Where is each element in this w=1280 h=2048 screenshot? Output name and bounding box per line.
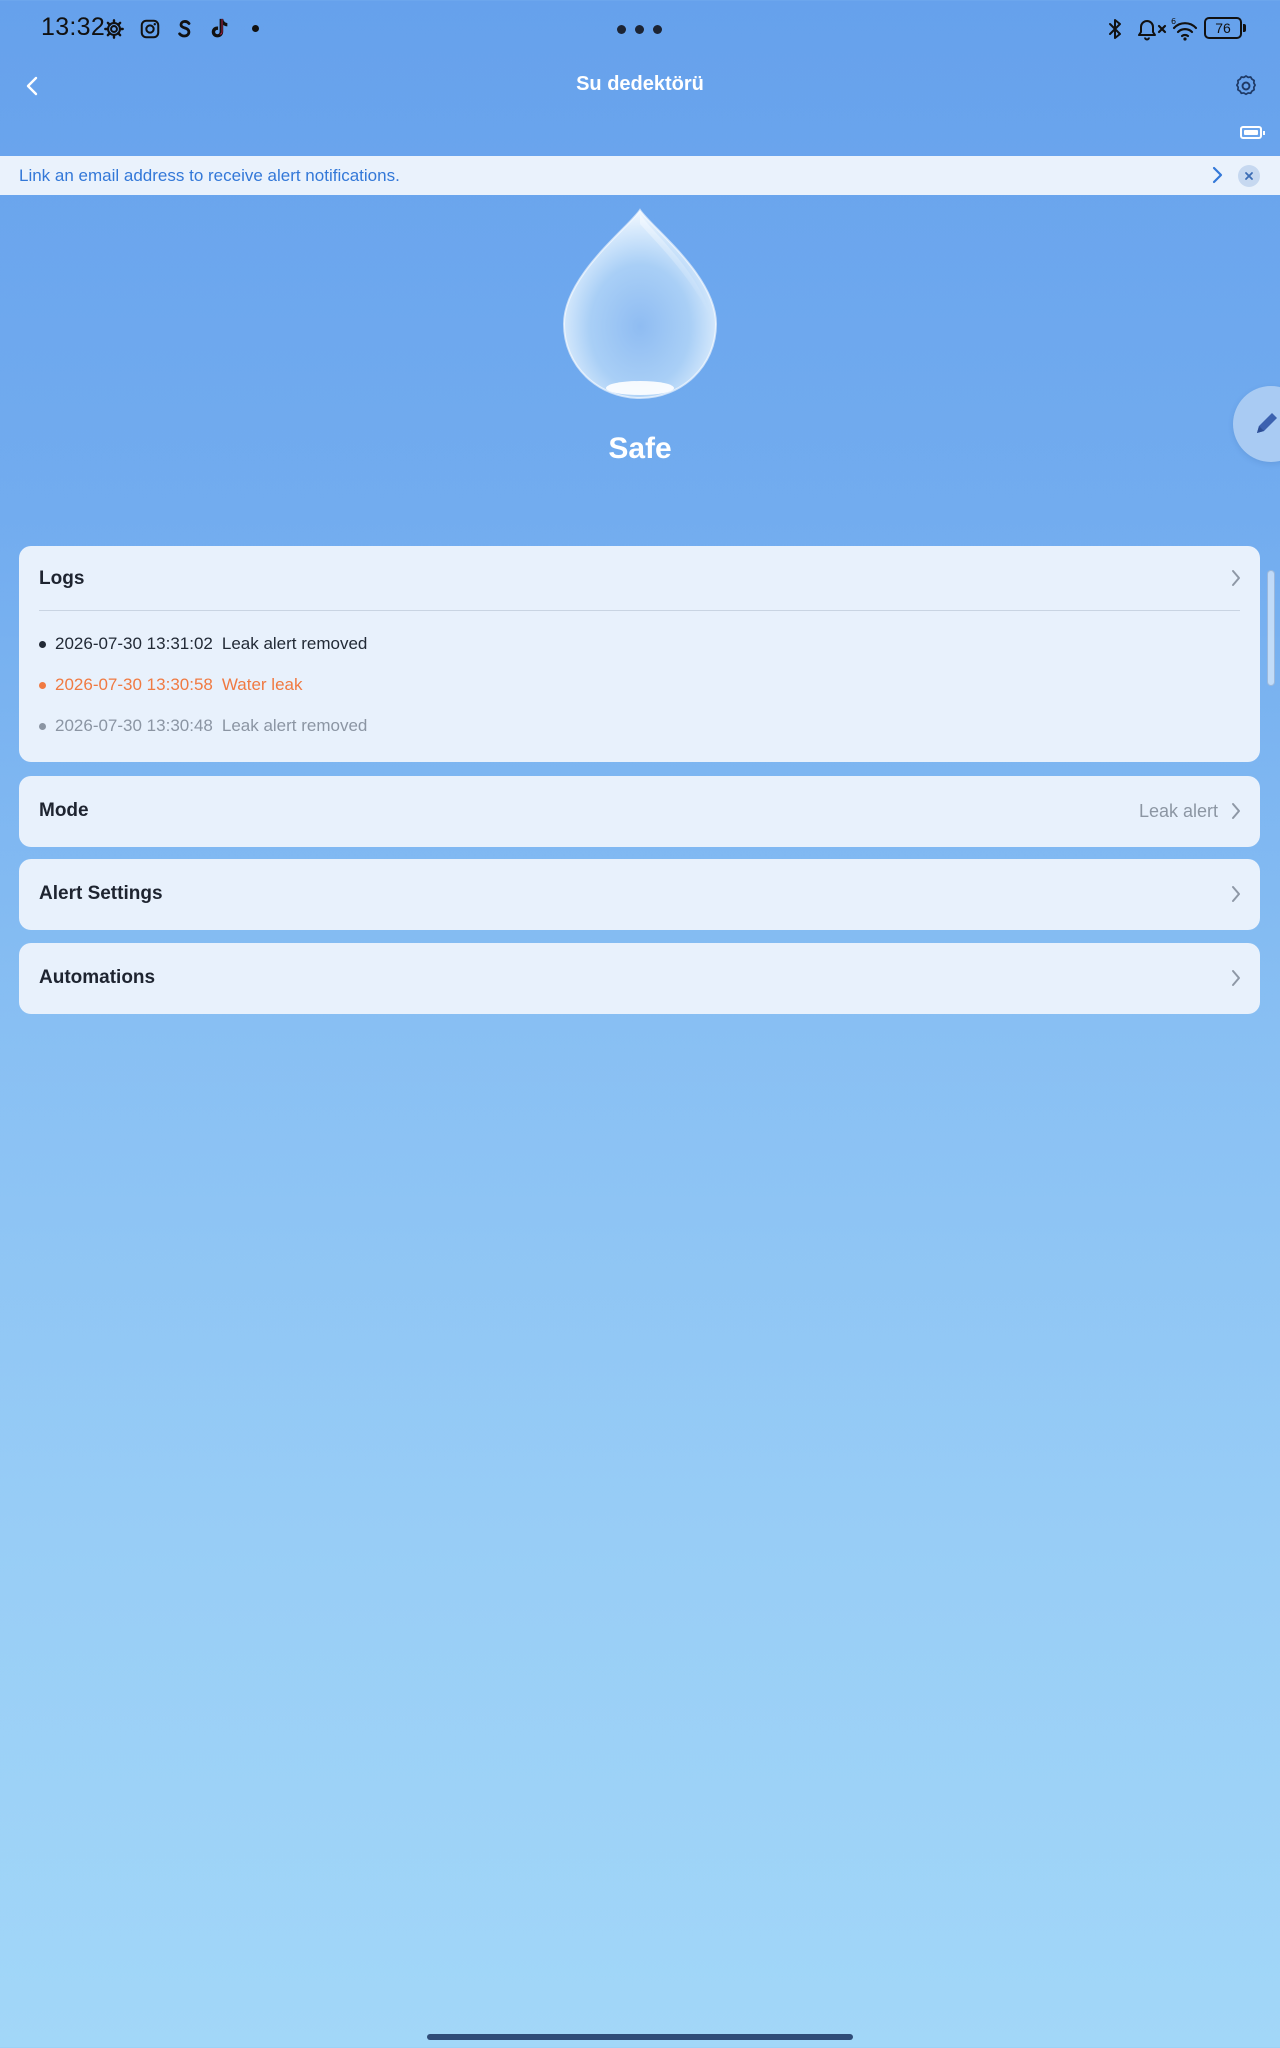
- log-dot: [39, 640, 46, 648]
- logs-title: Logs: [39, 568, 85, 589]
- alert-settings-label: Alert Settings: [39, 883, 163, 904]
- log-message: Leak alert removed: [221, 634, 368, 653]
- settings-button[interactable]: [1228, 68, 1264, 104]
- scrollbar[interactable]: [1267, 570, 1275, 686]
- log-time: 2026-07-30 13:30:58: [55, 675, 213, 694]
- mode-row[interactable]: Mode Leak alert: [19, 776, 1260, 847]
- log-time: 2026-07-30 13:30:48: [55, 716, 213, 735]
- chevron-right-icon: [1227, 885, 1245, 903]
- chevron-right-icon: [1227, 969, 1245, 987]
- notification-more-dot: [252, 25, 259, 32]
- battery-indicator: 76: [1204, 17, 1246, 39]
- home-indicator[interactable]: [427, 2034, 853, 2040]
- log-dot: [39, 681, 46, 689]
- pencil-icon: [1257, 413, 1277, 433]
- mode-value: Leak alert: [1138, 801, 1218, 821]
- app-header: Su dedektörü: [0, 58, 1280, 114]
- device-battery-icon: [1240, 126, 1265, 139]
- logs-card: Logs 2026-07-30 13:31:02 Leak alert remo…: [19, 546, 1260, 762]
- log-entry: 2026-07-30 13:30:58 Water leak: [39, 675, 302, 695]
- status-bar: 13:32 6 76: [0, 0, 1280, 58]
- automations-row[interactable]: Automations: [19, 943, 1260, 1014]
- log-time: 2026-07-30 13:31:02: [55, 634, 213, 653]
- water-drop-illustration: [560, 206, 720, 402]
- svg-text:6: 6: [1171, 17, 1176, 26]
- bluetooth-icon: [1102, 16, 1128, 42]
- close-icon: [1245, 172, 1253, 180]
- gear-icon: [101, 16, 127, 42]
- divider: [39, 610, 1240, 611]
- automations-label: Automations: [39, 967, 156, 988]
- chevron-right-icon[interactable]: [1206, 164, 1228, 186]
- email-link-banner[interactable]: Link an email address to receive alert n…: [0, 156, 1280, 195]
- log-entry: 2026-07-30 13:31:02 Leak alert removed: [39, 634, 367, 654]
- banner-close-button[interactable]: [1238, 165, 1260, 187]
- log-entry: 2026-07-30 13:30:48 Leak alert removed: [39, 716, 367, 736]
- banner-text: Link an email address to receive alert n…: [19, 166, 400, 185]
- multitask-menu[interactable]: [617, 25, 662, 34]
- mode-label: Mode: [39, 800, 89, 821]
- tiktok-icon: [207, 16, 233, 42]
- gear-icon: [1236, 75, 1256, 96]
- instagram-icon: [137, 16, 163, 42]
- status-time: 13:32: [41, 13, 106, 41]
- wifi-icon: 6: [1170, 16, 1200, 42]
- alert-settings-row[interactable]: Alert Settings: [19, 859, 1260, 930]
- log-message: Water leak: [221, 675, 303, 694]
- chevron-right-icon: [1227, 569, 1245, 587]
- log-message: Leak alert removed: [221, 716, 368, 735]
- log-dot: [39, 722, 46, 730]
- shazam-icon: [172, 16, 198, 42]
- device-status: Safe: [608, 432, 672, 465]
- chevron-right-icon: [1227, 802, 1245, 820]
- logs-header[interactable]: Logs: [19, 546, 1260, 610]
- page-title: Su dedektörü: [576, 73, 704, 95]
- bell-muted-icon: [1135, 16, 1169, 42]
